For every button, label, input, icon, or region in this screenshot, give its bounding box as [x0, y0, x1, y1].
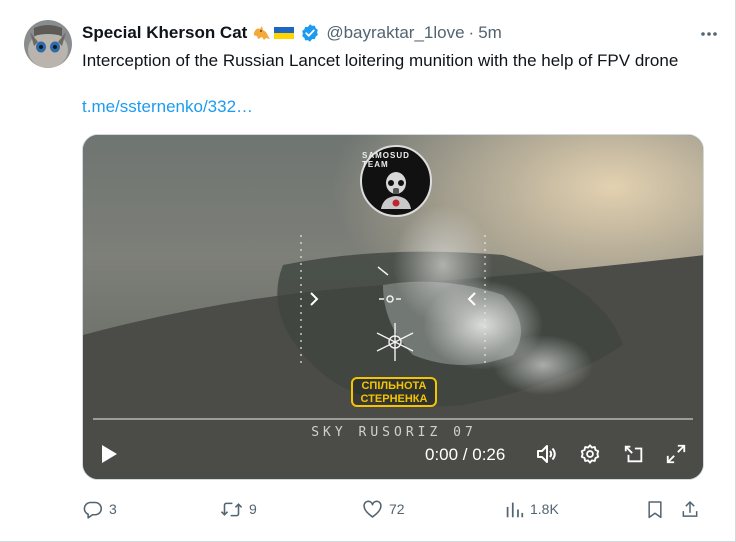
share-button[interactable] [680, 494, 700, 524]
repost-icon [220, 502, 243, 516]
cat-avatar-image [24, 20, 72, 68]
like-count: 72 [389, 501, 405, 517]
reply-icon [83, 501, 103, 519]
tweet-header: Special Kherson Cat @bayraktar_1love · 5… [82, 21, 715, 45]
reply-button[interactable]: 3 [82, 494, 117, 524]
video-watermark: SKY RUSORIZ 07 [311, 425, 477, 440]
fullscreen-icon [666, 444, 686, 464]
settings-button[interactable] [577, 441, 603, 467]
views-count: 1.8K [530, 501, 559, 517]
header-separator: · [468, 23, 475, 42]
tweet-card[interactable]: Special Kherson Cat @bayraktar_1love · 5… [0, 0, 736, 542]
badge-line-2: СТЕРНЕНКА [360, 393, 428, 405]
repost-button[interactable]: 9 [220, 494, 257, 524]
video-timecode: 0:00 / 0:26 [425, 445, 506, 464]
badge-line-1: СПІЛЬНОТА [361, 380, 427, 392]
author-handle[interactable]: @bayraktar_1love [326, 23, 464, 43]
avatar[interactable] [24, 20, 72, 68]
tweet-timestamp[interactable]: 5m [478, 23, 502, 43]
bookmark-button[interactable] [645, 494, 665, 524]
play-icon [102, 445, 117, 463]
author-name[interactable]: Special Kherson Cat [82, 23, 247, 43]
play-button[interactable] [95, 439, 123, 469]
author-emoji [252, 23, 296, 43]
fullscreen-button[interactable] [663, 441, 689, 467]
bookmark-icon [648, 500, 662, 518]
gear-icon [580, 444, 600, 464]
sternenko-community-badge: СПІЛЬНОТА СТЕРНЕНКА [351, 377, 437, 407]
like-button[interactable]: 72 [362, 494, 405, 524]
gas-mask-figure-icon [381, 172, 411, 209]
tweet-actions: 3 9 72 1.8K [82, 494, 704, 524]
views-button[interactable]: 1.8K [505, 494, 559, 524]
samosud-team-logo: SAMOSUD TEAM [360, 145, 432, 217]
volume-icon [537, 445, 556, 463]
share-icon [682, 500, 698, 517]
verified-badge-icon[interactable] [300, 23, 320, 43]
heart-icon [363, 500, 382, 518]
tweet-link[interactable]: t.me/ssternenko/332… [82, 95, 253, 119]
more-options-button[interactable] [697, 22, 721, 46]
repost-count: 9 [249, 501, 257, 517]
more-dots-icon [701, 32, 717, 36]
picture-in-picture-button[interactable] [621, 441, 647, 467]
mute-button[interactable] [534, 441, 560, 467]
reply-count: 3 [109, 501, 117, 517]
dock-video-icon [624, 445, 643, 463]
tweet-text: Interception of the Russian Lancet loite… [82, 51, 679, 70]
cat-and-flag-emoji-icon [254, 26, 295, 40]
video-progress-bar[interactable] [93, 418, 693, 420]
video-player[interactable]: SAMOSUD TEAM СПІЛЬНОТА СТЕРНЕНКА SKY RUS… [82, 134, 704, 480]
logo-text: SAMOSUD TEAM [362, 151, 410, 169]
analytics-bars-icon [506, 502, 524, 517]
